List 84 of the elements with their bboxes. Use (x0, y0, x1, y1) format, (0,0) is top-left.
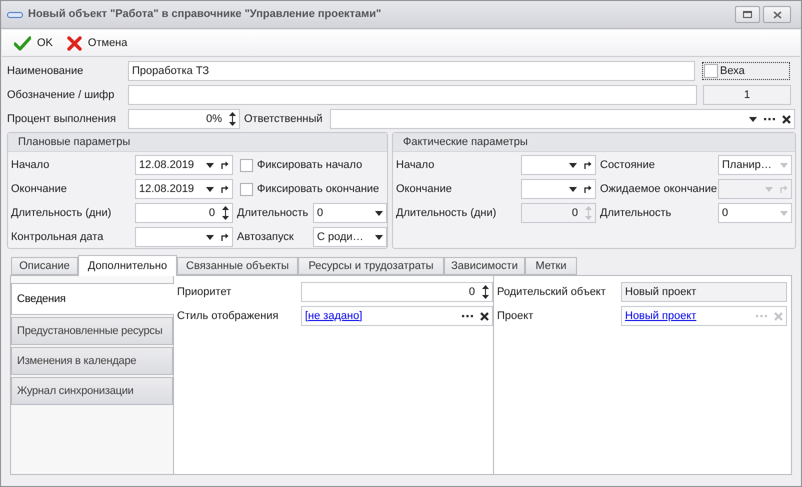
field-label: Приоритет (177, 284, 232, 300)
jump-arrow-icon[interactable] (221, 161, 229, 169)
field-label: Обозначение / шифр (7, 88, 116, 103)
dropdown-icon[interactable] (206, 162, 214, 168)
link-field[interactable]: [не задано] (301, 306, 493, 326)
field-label: Начало (396, 158, 436, 173)
field-label: Длительность (599, 206, 672, 221)
dropdown-field[interactable]: С роди… (313, 227, 387, 247)
close-button[interactable] (763, 6, 791, 23)
spin-arrows-icon[interactable] (482, 285, 489, 299)
checkmark-icon (14, 36, 31, 50)
field-label: Состояние (599, 158, 656, 173)
number-field[interactable]: 0% (128, 109, 240, 129)
jump-arrow-icon[interactable] (584, 161, 592, 169)
maximize-icon (743, 11, 752, 18)
side-tab[interactable]: Изменения в календаре (11, 347, 173, 375)
tab[interactable]: Дополнительно (78, 255, 177, 276)
clear-icon[interactable] (480, 312, 489, 320)
link[interactable]: [не задано] (305, 310, 362, 322)
dropdown-icon[interactable] (206, 234, 214, 240)
milestone-checkbox[interactable]: Веха (702, 62, 790, 80)
tab[interactable]: Связанные объекты (177, 257, 298, 275)
window-icon (7, 12, 23, 18)
text-field[interactable] (128, 85, 697, 105)
dropdown-icon[interactable] (749, 116, 757, 122)
cancel-button[interactable]: Отмена (64, 32, 130, 54)
dropdown-icon[interactable] (375, 210, 383, 216)
tab[interactable]: Метки (525, 257, 577, 275)
clear-icon[interactable] (782, 114, 791, 124)
jump-arrow-icon[interactable] (584, 185, 592, 193)
ellipsis-icon[interactable] (462, 314, 473, 318)
number-field[interactable]: 0 (135, 203, 233, 223)
field-label: Длительность (дни) (11, 206, 112, 221)
date-field[interactable] (521, 155, 596, 175)
field-label: Проект (497, 308, 534, 324)
window-title: Новый объект "Работа" в справочнике "Управление проектами" (28, 7, 382, 22)
date-field[interactable] (135, 227, 233, 247)
field-label: Длительность (дни) (396, 206, 498, 221)
side-tab[interactable]: Сведения (11, 283, 174, 315)
dropdown-icon[interactable] (569, 186, 577, 192)
spin-arrows-icon[interactable] (229, 112, 236, 126)
dropdown-field[interactable]: 0 (313, 203, 387, 223)
field-label: Контрольная дата (11, 230, 104, 245)
spin-arrows-icon[interactable] (222, 206, 229, 220)
text-field[interactable]: Проработка ТЗ (128, 61, 695, 81)
date-field[interactable] (521, 179, 596, 199)
tab[interactable]: Описание (11, 257, 78, 275)
maximize-button[interactable] (735, 6, 760, 23)
number-display: 1 (703, 85, 791, 105)
side-tab[interactable]: Журнал синхронизации (11, 377, 173, 405)
field-label: Окончание (396, 182, 453, 197)
jump-arrow-icon[interactable] (221, 185, 229, 193)
ellipsis-icon[interactable] (764, 118, 775, 120)
cross-icon (66, 36, 82, 50)
jump-arrow-icon[interactable] (221, 233, 229, 241)
tab[interactable]: Ресурсы и трудозатраты (298, 257, 444, 275)
field-label: Ответственный (243, 112, 324, 127)
close-icon (772, 10, 782, 18)
field-label: Наименование (7, 64, 84, 79)
field-label: Автозапуск (236, 230, 295, 245)
tab[interactable]: Зависимости (444, 257, 525, 275)
date-field[interactable]: 12.08.2019 (135, 179, 233, 199)
field-label: Окончание (11, 182, 68, 197)
dropdown-icon[interactable] (375, 234, 383, 240)
field-label: Начало (11, 158, 50, 173)
ok-button[interactable]: OK (12, 32, 55, 54)
dropdown-icon[interactable] (206, 186, 214, 192)
field-label: Длительность (236, 206, 310, 221)
group-title: Плановые параметры (18, 134, 130, 150)
group-title: Фактические параметры (403, 134, 528, 150)
checkbox-label: Фиксировать начало (257, 158, 362, 173)
field-label: Ожидаемое окончание (599, 182, 718, 197)
date-field[interactable]: 12.08.2019 (135, 155, 233, 175)
checkbox-label: Фиксировать окончание (257, 182, 380, 197)
field-label: Процент выполнения (7, 112, 117, 127)
checkbox[interactable] (240, 158, 253, 172)
dropdown-icon[interactable] (569, 162, 577, 168)
number-field[interactable]: 0 (301, 282, 493, 302)
readonly-field[interactable]: Новый проект (621, 282, 787, 302)
checkbox[interactable] (240, 182, 253, 196)
lookup-field[interactable] (330, 109, 795, 129)
side-tab[interactable]: Предустановленные ресурсы (11, 317, 173, 345)
field-label: Стиль отображения (177, 308, 280, 324)
field-label: Родительский объект (497, 284, 607, 300)
